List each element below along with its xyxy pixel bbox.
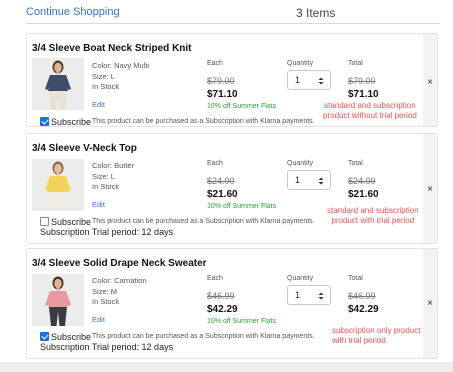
quantity-select[interactable]: 1	[287, 170, 331, 190]
annotation-note: standard and subscription product withou…	[323, 101, 417, 121]
subscribe-row: SubscribeThis product can be purchased a…	[40, 113, 315, 131]
product-image[interactable]	[32, 58, 84, 110]
quantity-select[interactable]: 1	[287, 285, 331, 305]
remove-item-button[interactable]: ×	[427, 184, 433, 195]
quantity-label: Quantity	[287, 60, 314, 67]
original-price: $46.99	[207, 291, 235, 301]
trial-period: Subscription Trial period: 12 days	[40, 227, 174, 237]
note-line: subscription only product	[332, 326, 421, 335]
unit-price: $71.10	[207, 89, 238, 100]
product-color: Color: Butter	[92, 161, 135, 170]
edit-link[interactable]: Edit	[92, 100, 105, 109]
product-attributes: Color: Butter Size: L In Stock	[92, 161, 134, 193]
quantity-value: 1	[295, 290, 301, 300]
remove-item-button[interactable]: ×	[427, 77, 433, 88]
product-color: Color: Carnation	[92, 276, 147, 285]
model-figure	[32, 159, 84, 211]
quantity-select[interactable]: 1	[287, 70, 331, 90]
items-count: 3 Items	[296, 6, 336, 20]
unit-price: $42.29	[207, 304, 238, 315]
note-line: standard and subscription	[324, 101, 416, 110]
quantity-label: Quantity	[287, 160, 314, 167]
original-price: $24.00	[207, 176, 235, 186]
unit-price: $21.60	[207, 189, 238, 200]
subscribe-checkbox[interactable]	[40, 332, 49, 342]
each-label: Each	[207, 275, 223, 282]
continue-shopping-link[interactable]: Continue Shopping	[26, 6, 120, 18]
line-total: $71.10	[348, 89, 379, 100]
line-total: $42.29	[348, 304, 379, 315]
header-divider	[26, 23, 440, 24]
annotation-note: subscription only product with trial per…	[332, 326, 421, 346]
subscribe-label: Subscribe	[51, 331, 92, 342]
page-footer-strip	[0, 362, 453, 372]
quantity-value: 1	[295, 175, 301, 185]
promo-text: 10% off Summer Flats	[207, 103, 277, 110]
chevron-updown-icon	[318, 292, 324, 300]
trial-period: Subscription Trial period: 12 days	[40, 342, 174, 352]
note-line: product without trial period	[323, 111, 417, 120]
edit-link[interactable]: Edit	[92, 315, 105, 324]
edit-link[interactable]: Edit	[92, 200, 105, 209]
total-label: Total	[348, 60, 363, 67]
chevron-updown-icon	[318, 77, 324, 85]
product-attributes: Color: Navy Multi Size: L In Stock	[92, 61, 149, 93]
subscribe-description: This product can be purchased as a Subsc…	[92, 333, 315, 341]
cart-item: 3/4 Sleeve V-Neck Top Color: Butter Size…	[26, 133, 438, 244]
remove-item-button[interactable]: ×	[427, 298, 433, 309]
promo-text: 10% off Summer Flats	[207, 318, 277, 325]
note-line: product with trial period	[331, 216, 415, 225]
promo-text: 10% off Summer Flats	[207, 203, 277, 210]
model-figure	[32, 58, 84, 110]
total-original: $46.99	[348, 291, 376, 301]
product-color: Color: Navy Multi	[92, 61, 150, 70]
annotation-note: standard and subscription product with t…	[327, 206, 419, 226]
each-label: Each	[207, 60, 223, 67]
product-image[interactable]	[32, 159, 84, 211]
product-attributes: Color: Carnation Size: M In Stock	[92, 276, 147, 308]
stock-status: In Stock	[92, 297, 120, 306]
cart-item: 3/4 Sleeve Boat Neck Striped Knit Color:…	[26, 33, 438, 127]
subscribe-label: Subscribe	[51, 116, 92, 127]
product-title[interactable]: 3/4 Sleeve V-Neck Top	[32, 143, 137, 154]
subscribe-description: This product can be purchased as a Subsc…	[92, 118, 315, 126]
model-figure	[32, 274, 84, 326]
stock-status: In Stock	[92, 82, 120, 91]
original-price: $79.00	[207, 76, 235, 86]
total-label: Total	[348, 160, 363, 167]
total-original: $79.00	[348, 76, 376, 86]
cart-item: 3/4 Sleeve Solid Drape Neck Sweater Colo…	[26, 248, 438, 359]
product-title[interactable]: 3/4 Sleeve Solid Drape Neck Sweater	[32, 258, 207, 269]
stock-status: In Stock	[92, 182, 120, 191]
line-total: $21.60	[348, 189, 379, 200]
total-original: $24.00	[348, 176, 376, 186]
note-line: with trial period	[332, 336, 386, 345]
product-image[interactable]	[32, 274, 84, 326]
total-label: Total	[348, 275, 363, 282]
subscribe-label: Subscribe	[51, 216, 92, 227]
note-line: standard and subscription	[327, 206, 419, 215]
subscribe-checkbox[interactable]	[40, 117, 49, 127]
product-size: Size: L	[92, 71, 115, 81]
chevron-updown-icon	[318, 177, 324, 185]
quantity-label: Quantity	[287, 275, 314, 282]
subscribe-checkbox[interactable]	[40, 217, 49, 227]
cart-header: Continue Shopping 3 Items	[0, 0, 453, 26]
product-title[interactable]: 3/4 Sleeve Boat Neck Striped Knit	[32, 43, 192, 54]
product-size: Size: L	[92, 171, 115, 181]
subscribe-description: This product can be purchased as a Subsc…	[92, 218, 315, 226]
quantity-value: 1	[295, 75, 301, 85]
product-size: Size: M	[92, 286, 118, 296]
each-label: Each	[207, 160, 223, 167]
